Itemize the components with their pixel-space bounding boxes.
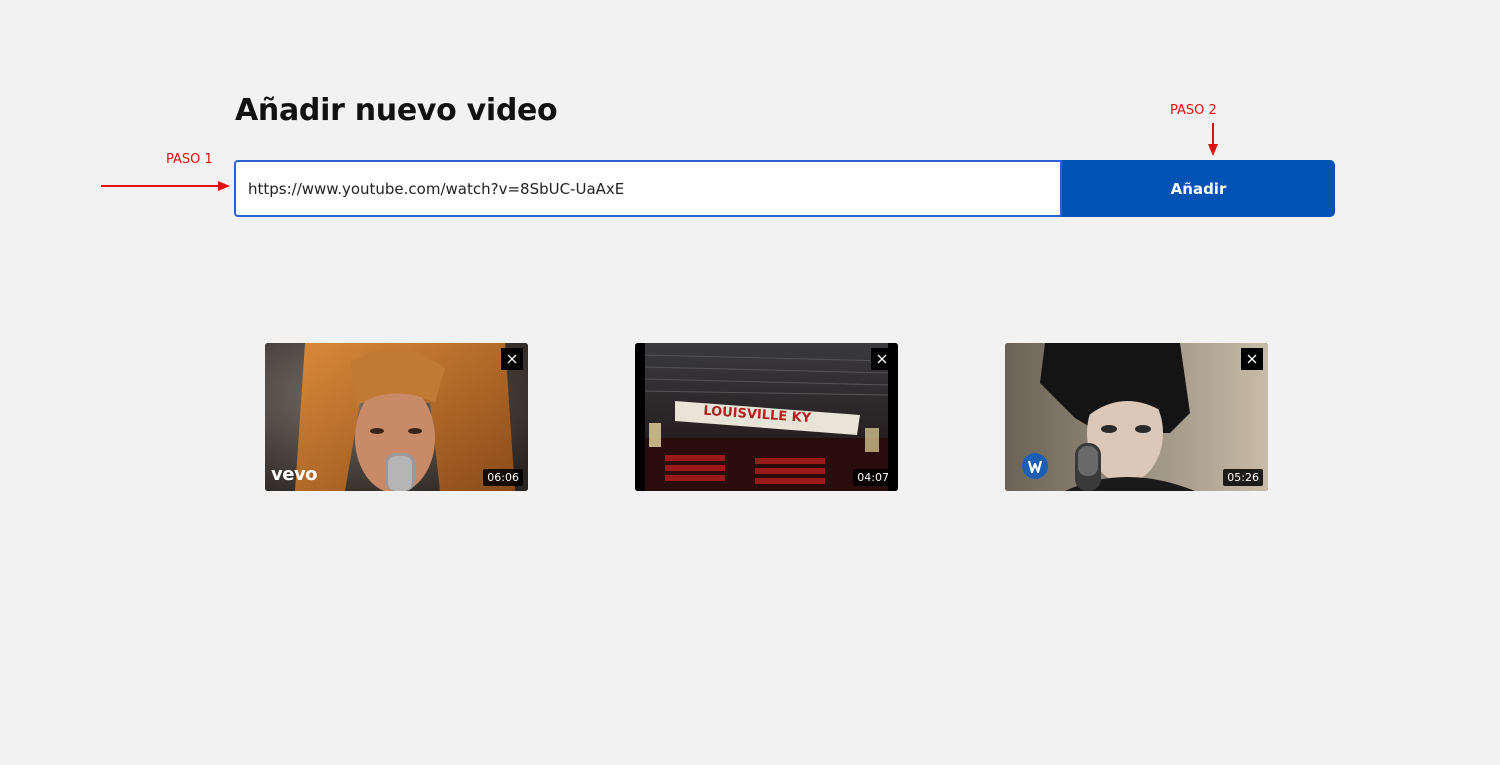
- video-card[interactable]: vevo 06:06: [265, 343, 528, 491]
- video-card[interactable]: 05:26: [1005, 343, 1268, 491]
- video-card[interactable]: LOUISVILLE KY 04:07: [635, 343, 898, 491]
- duration-badge: 06:06: [483, 469, 523, 486]
- warner-logo-icon: [1022, 453, 1048, 479]
- duration-badge: 04:07: [853, 469, 893, 486]
- remove-video-button[interactable]: [501, 348, 523, 370]
- remove-video-button[interactable]: [871, 348, 893, 370]
- step-1-label: PASO 1: [166, 152, 213, 167]
- close-icon: [1247, 354, 1257, 364]
- close-icon: [877, 354, 887, 364]
- video-url-input[interactable]: [234, 160, 1062, 217]
- remove-video-button[interactable]: [1241, 348, 1263, 370]
- page-title: Añadir nuevo video: [235, 93, 558, 128]
- page: Añadir nuevo video PASO 1 PASO 2 Añadir: [0, 0, 1500, 765]
- vevo-logo: vevo: [271, 464, 318, 485]
- add-video-form: Añadir: [234, 160, 1335, 217]
- arrow-right-icon: [101, 181, 230, 191]
- step-2-label: PASO 2: [1170, 103, 1217, 118]
- close-icon: [507, 354, 517, 364]
- arrow-down-icon: [1208, 123, 1218, 156]
- duration-badge: 05:26: [1223, 469, 1263, 486]
- add-button[interactable]: Añadir: [1062, 160, 1335, 217]
